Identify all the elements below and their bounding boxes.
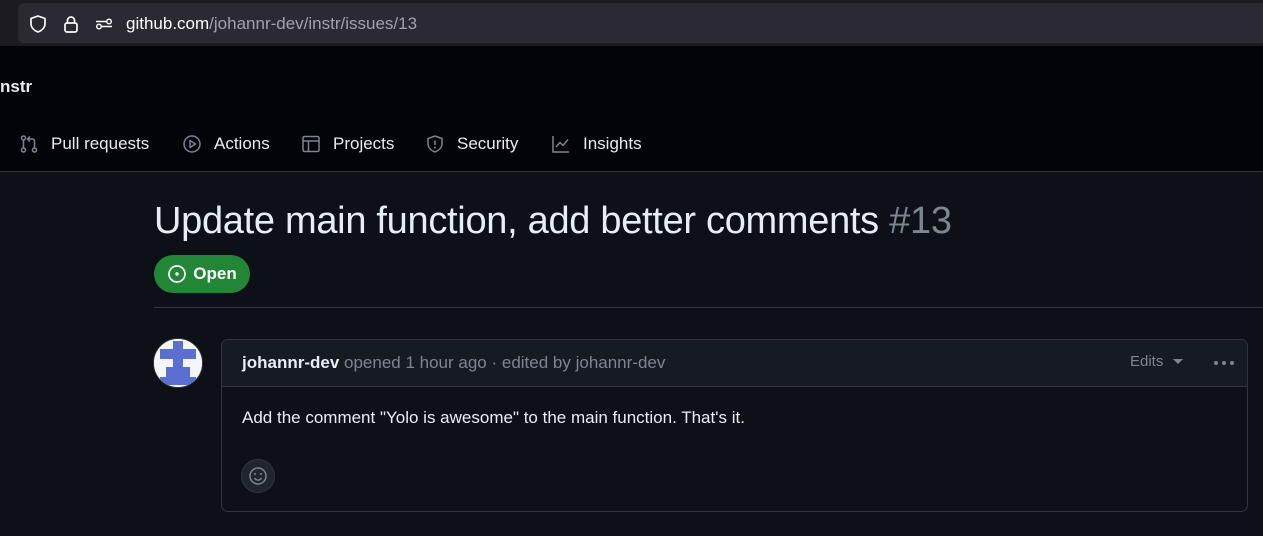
url-bar[interactable]: github.com/johannr-dev/instr/issues/13 [18, 3, 1263, 43]
chevron-down-icon [1173, 359, 1184, 364]
repo-name-link[interactable]: nstr [0, 77, 32, 97]
header-divider [154, 307, 1263, 308]
kebab-horizontal-icon[interactable] [1212, 354, 1236, 372]
edits-label: Edits [1130, 353, 1164, 370]
tab-label: Insights [583, 134, 642, 153]
tab-pull-requests[interactable]: Pull requests [19, 130, 149, 158]
url-domain: github.com [126, 14, 210, 33]
comment-header: johannr-dev opened 1 hour ago · edited b… [222, 340, 1247, 387]
url-text[interactable]: github.com/johannr-dev/instr/issues/13 [126, 14, 417, 34]
tracking-shield-icon[interactable] [28, 14, 48, 34]
identicon-image [154, 339, 202, 387]
tab-projects[interactable]: Projects [301, 130, 394, 158]
add-reaction-button[interactable] [241, 459, 275, 493]
issue-title-text: Update main function, add better comment… [154, 200, 879, 242]
smiley-icon [249, 467, 267, 485]
tab-label: Pull requests [51, 134, 150, 153]
pull-request-icon [20, 135, 38, 153]
shield-icon [427, 135, 443, 153]
table-icon [302, 135, 320, 153]
tab-label: Actions [214, 134, 270, 153]
issue-state-badge: Open [154, 255, 250, 293]
repo-header: nstr Pull requests Actions Projects Secu… [0, 46, 1263, 172]
tab-label: Projects [333, 134, 395, 153]
tab-label: Security [457, 134, 519, 153]
lock-icon[interactable] [61, 14, 81, 34]
browser-toolbar: github.com/johannr-dev/instr/issues/13 [0, 0, 1263, 46]
play-icon [183, 135, 201, 153]
comment-body: Add the comment "Yolo is awesome" to the… [242, 408, 745, 427]
avatar[interactable] [153, 338, 203, 388]
url-path: /johannr-dev/instr/issues/13 [209, 14, 418, 33]
tab-actions[interactable]: Actions [182, 130, 270, 158]
issue-number: #13 [889, 200, 952, 242]
graph-icon [552, 136, 569, 153]
tab-security[interactable]: Security [425, 130, 518, 158]
issue-title: Update main function, add better comment… [154, 198, 952, 244]
edits-dropdown[interactable]: Edits [1130, 353, 1184, 370]
comment-meta: johannr-dev opened 1 hour ago · edited b… [242, 353, 665, 373]
issue-opened-icon [168, 265, 187, 283]
state-label: Open [193, 264, 237, 283]
comment-meta-text: opened 1 hour ago · edited by johannr-de… [339, 353, 666, 372]
tab-insights[interactable]: Insights [551, 130, 642, 158]
comment-author-link[interactable]: johannr-dev [242, 353, 339, 372]
issue-comment: johannr-dev opened 1 hour ago · edited b… [221, 339, 1248, 512]
permissions-icon[interactable] [94, 14, 114, 34]
